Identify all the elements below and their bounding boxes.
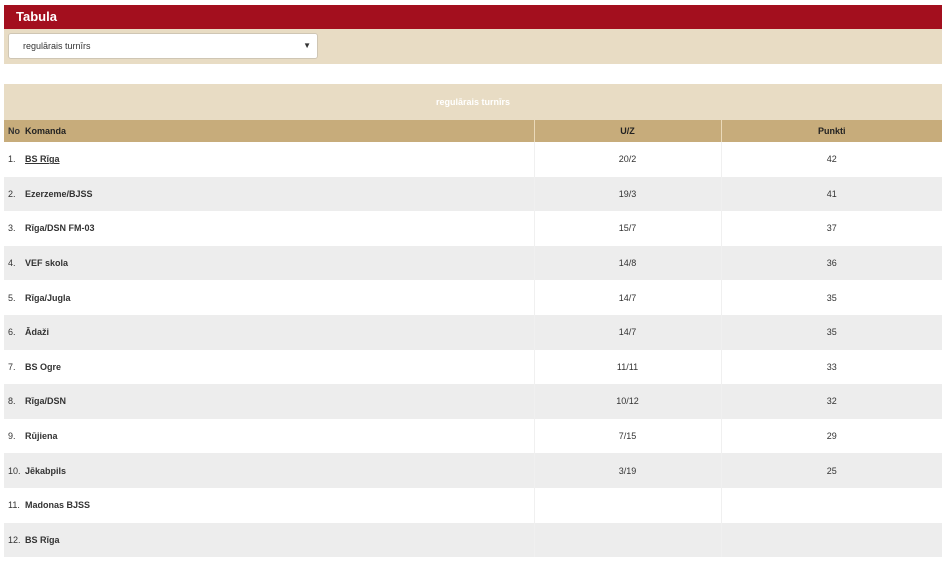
rank: 5. <box>8 292 16 303</box>
table-row: 12. BS Rīga <box>4 522 942 558</box>
points: 42 <box>721 142 942 177</box>
column-header-punkti: Punkti <box>721 120 942 142</box>
widget-title: Tabula <box>16 9 57 24</box>
wins-losses: 11/11 <box>534 349 722 385</box>
spacer <box>4 64 942 84</box>
team-cell: 8. Rīga/DSN <box>4 384 535 419</box>
table-caption-text: regulārais turnīrs <box>435 97 511 107</box>
table-header-row: No Komanda U/Z Punkti <box>4 120 942 142</box>
table-row: 11. Madonas BJSS <box>4 487 942 523</box>
table-row: 8. Rīga/DSN 10/12 32 <box>4 384 942 419</box>
points <box>721 522 942 558</box>
team-cell: 1. BS Rīga <box>4 142 535 177</box>
widget-header: Tabula <box>4 5 942 29</box>
wins-losses <box>534 487 722 523</box>
wins-losses: 14/7 <box>534 280 722 315</box>
team-cell: 6. Ādaži <box>4 314 535 350</box>
wins-losses: 15/7 <box>534 211 722 246</box>
table-row: 10. Jēkabpils 3/19 25 <box>4 453 942 488</box>
team-cell: 2. Ezerzeme/BJSS <box>4 176 535 212</box>
table-row: 1. BS Rīga 20/2 42 <box>4 142 942 177</box>
team-cell: 3. Rīga/DSN FM-03 <box>4 211 535 246</box>
wins-losses: 14/7 <box>534 314 722 350</box>
team-cell: 12. BS Rīga <box>4 522 535 558</box>
team-name: Ādaži <box>25 327 50 338</box>
rank: 4. <box>8 258 16 269</box>
filter-bar: regulārais turnīrs ▼ <box>4 29 942 64</box>
table-row: 6. Ādaži 14/7 35 <box>4 314 942 350</box>
table-row: 3. Rīga/DSN FM-03 15/7 37 <box>4 211 942 246</box>
points: 33 <box>721 349 942 385</box>
standings-table: No Komanda U/Z Punkti 1. BS Rīga 20/2 42 2… <box>4 120 942 558</box>
table-row: 9. Rūjiena 7/15 29 <box>4 418 942 454</box>
rank: 11. <box>8 500 20 511</box>
rank: 12. <box>8 534 21 545</box>
team-name: Rūjiena <box>25 431 58 442</box>
table-caption: regulārais turnīrs <box>4 84 942 120</box>
points: 29 <box>721 418 942 454</box>
team-cell: 10. Jēkabpils <box>4 453 535 488</box>
team-cell: 5. Rīga/Jugla <box>4 280 535 315</box>
team-cell: 9. Rūjiena <box>4 418 535 454</box>
team-name: Madonas BJSS <box>25 500 91 511</box>
column-header-team: No Komanda <box>4 120 535 142</box>
points: 41 <box>721 176 942 212</box>
wins-losses: 19/3 <box>534 176 722 212</box>
team-name: BS Rīga <box>25 534 60 545</box>
rank: 3. <box>8 223 16 234</box>
rank: 10. <box>8 465 21 476</box>
team-name: BS Ogre <box>25 361 62 372</box>
team-name: Rīga/DSN <box>25 396 67 407</box>
table-row: 4. VEF skola 14/8 36 <box>4 245 942 281</box>
rank: 8. <box>8 396 16 407</box>
rank: 2. <box>8 188 16 199</box>
team-name: Rīga/DSN FM-03 <box>25 223 95 234</box>
wins-losses: 3/19 <box>534 453 722 488</box>
rank: 9. <box>8 431 16 442</box>
standings-widget: Tabula regulārais turnīrs ▼ regulārais t… <box>4 5 942 558</box>
table-row: 5. Rīga/Jugla 14/7 35 <box>4 280 942 315</box>
chevron-down-icon[interactable]: ▼ <box>303 34 311 58</box>
points: 35 <box>721 314 942 350</box>
points: 35 <box>721 280 942 315</box>
wins-losses: 7/15 <box>534 418 722 454</box>
team-name-link[interactable]: BS Rīga <box>25 154 60 164</box>
column-header-komanda: Komanda <box>25 126 67 136</box>
team-cell: 7. BS Ogre <box>4 349 535 385</box>
tournament-select-value: regulārais turnīrs <box>23 41 91 51</box>
wins-losses <box>534 522 722 558</box>
team-name: Ezerzeme/BJSS <box>25 188 93 199</box>
column-header-uz: U/Z <box>534 120 722 142</box>
team-name: VEF skola <box>25 258 69 269</box>
wins-losses: 10/12 <box>534 384 722 419</box>
points: 37 <box>721 211 942 246</box>
column-header-no: No <box>8 126 20 136</box>
points: 32 <box>721 384 942 419</box>
table-row: 2. Ezerzeme/BJSS 19/3 41 <box>4 176 942 212</box>
points <box>721 487 942 523</box>
rank: 6. <box>8 327 16 338</box>
table-row: 7. BS Ogre 11/11 33 <box>4 349 942 385</box>
team-cell: 11. Madonas BJSS <box>4 487 535 523</box>
tournament-select[interactable]: regulārais turnīrs ▼ <box>8 33 318 59</box>
team-name: Rīga/Jugla <box>25 292 71 303</box>
wins-losses: 14/8 <box>534 245 722 281</box>
team-cell: 4. VEF skola <box>4 245 535 281</box>
points: 36 <box>721 245 942 281</box>
rank: 1. <box>8 154 16 165</box>
team-name: Jēkabpils <box>25 465 67 476</box>
wins-losses: 20/2 <box>534 142 722 177</box>
rank: 7. <box>8 361 16 372</box>
points: 25 <box>721 453 942 488</box>
